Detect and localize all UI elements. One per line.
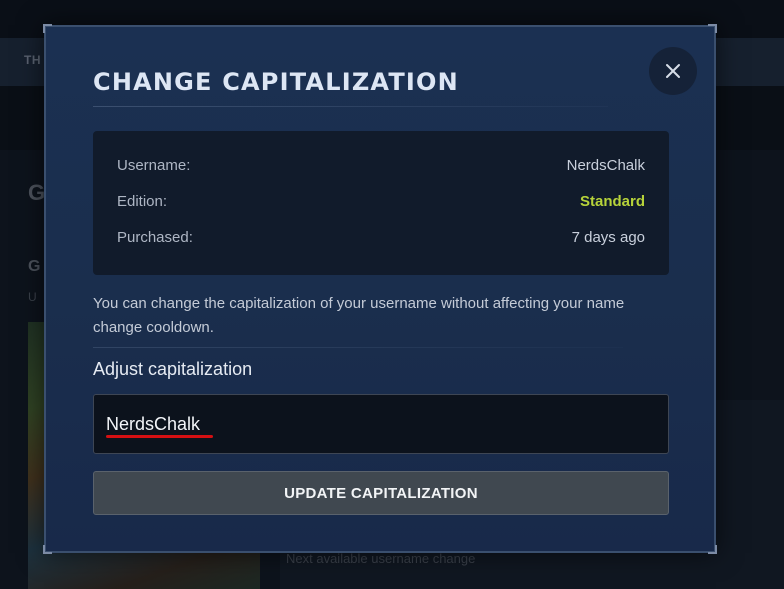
update-capitalization-button[interactable]: UPDATE CAPITALIZATION [93,471,669,515]
close-icon [665,63,681,79]
background-subtext: U [28,290,37,304]
background-nav-text: TH [24,53,41,67]
corner-ornament [708,545,717,554]
username-input[interactable] [106,395,646,453]
edition-value: Standard [579,193,645,210]
info-row-username: Username: NerdsChalk [117,157,645,177]
title-divider [93,106,608,107]
close-button[interactable] [649,47,697,95]
username-value: NerdsChalk [566,157,645,174]
corner-ornament [43,545,52,554]
change-capitalization-dialog: CHANGE CAPITALIZATION Username: NerdsCha… [43,24,717,554]
red-underline-annotation [106,435,213,438]
dialog-title: CHANGE CAPITALIZATION [93,68,459,96]
background-next-change-text: Next available username change [286,551,476,566]
background-heading: G [28,180,46,205]
description-text: You can change the capitalization of you… [93,295,625,336]
account-info-box: Username: NerdsChalk Edition: Standard P… [93,131,669,275]
purchased-value: 7 days ago [571,229,645,246]
username-label: Username: [117,157,191,174]
adjust-capitalization-label: Adjust capitalization [93,359,253,379]
username-input-wrapper [93,394,669,454]
info-row-purchased: Purchased: 7 days ago [117,229,645,249]
corner-ornament [708,24,717,33]
description-divider [93,347,623,348]
background-subheading: G [28,258,41,275]
purchased-label: Purchased: [117,229,193,246]
edition-label: Edition: [117,193,168,210]
corner-ornament [43,24,52,33]
info-row-edition: Edition: Standard [117,193,645,213]
